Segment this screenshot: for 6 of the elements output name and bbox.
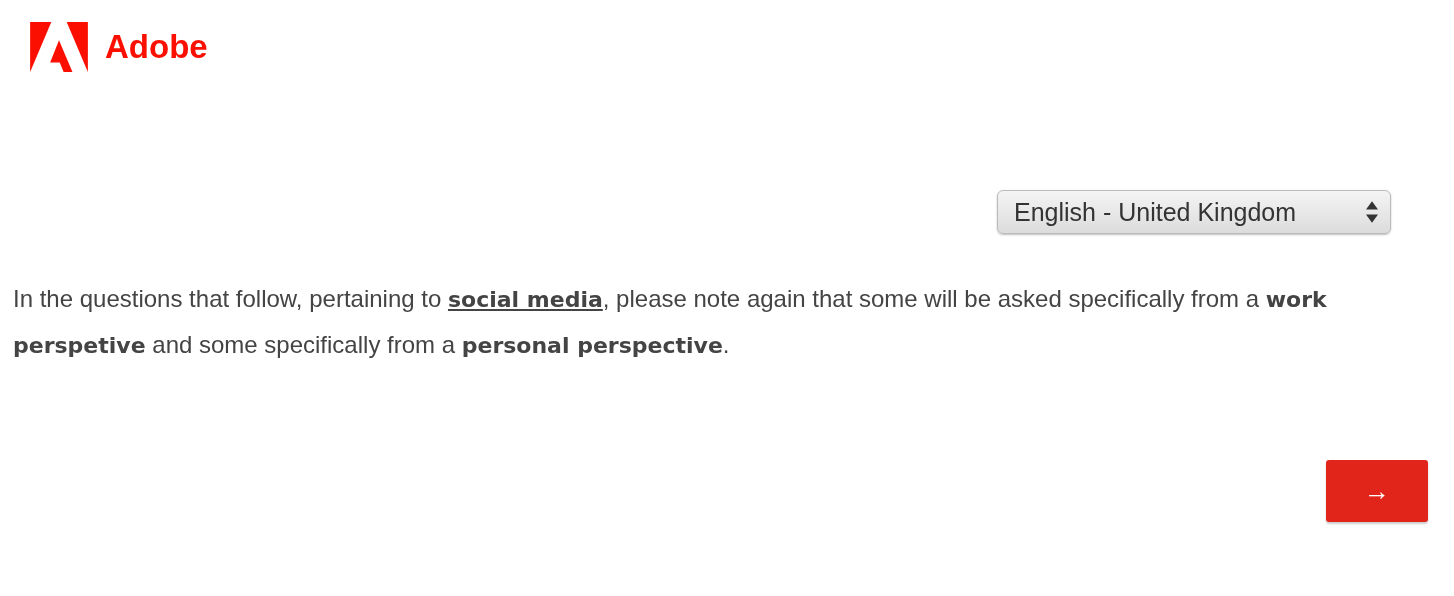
updown-caret-icon [1366, 201, 1378, 223]
next-button[interactable]: → [1326, 460, 1428, 522]
instructions-text: In the questions that follow, pertaining to social media, please note again that some will be asked specifically from a work perspetive and some specifically from a personal perspective. [13, 284, 1328, 360]
brand-name: Adobe [105, 28, 208, 66]
adobe-logo-icon [30, 22, 88, 72]
language-select[interactable]: English - United Kingdom [997, 190, 1391, 234]
